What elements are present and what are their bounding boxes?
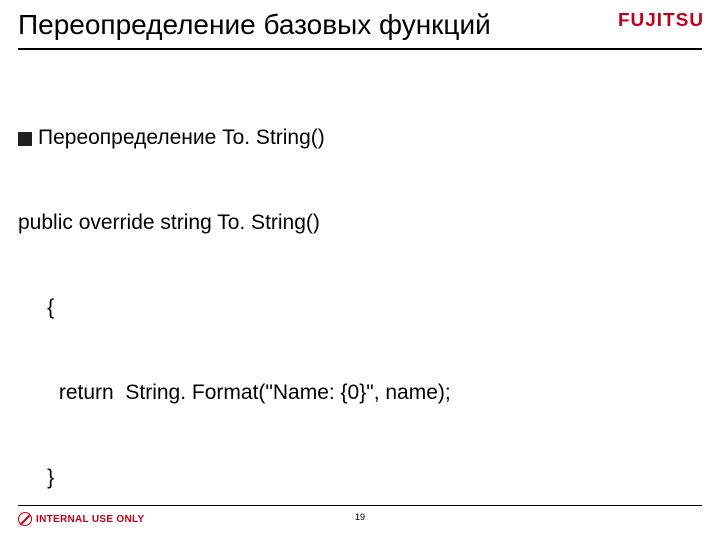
title-rule xyxy=(18,48,702,50)
bullet-text: Переопределение To. String() xyxy=(38,124,325,152)
prohibition-icon xyxy=(18,512,32,526)
badge-text: INTERNAL USE ONLY xyxy=(36,514,144,525)
header: Переопределение базовых функций FUJITSU xyxy=(0,0,720,54)
code-line: return String. Format("Name: {0}", name)… xyxy=(18,379,702,407)
square-bullet-icon xyxy=(18,132,32,146)
code-line: { xyxy=(18,294,702,322)
page-number: 19 xyxy=(355,512,365,522)
footer-row: INTERNAL USE ONLY 19 xyxy=(18,510,702,528)
slide-body: Переопределение To. String() public over… xyxy=(0,54,720,540)
footer-rule xyxy=(18,505,702,506)
bullet-item: Переопределение To. String() xyxy=(18,124,702,152)
slide: Переопределение базовых функций FUJITSU … xyxy=(0,0,720,540)
slide-title: Переопределение базовых функций xyxy=(18,8,702,42)
brand-logo-text: FUJITSU xyxy=(618,10,704,31)
code-line: public override string To. String() xyxy=(18,209,702,237)
footer: INTERNAL USE ONLY 19 xyxy=(0,505,720,528)
code-line: } xyxy=(18,464,702,492)
brand-logo: FUJITSU xyxy=(620,10,702,31)
confidentiality-badge: INTERNAL USE ONLY xyxy=(18,512,144,526)
